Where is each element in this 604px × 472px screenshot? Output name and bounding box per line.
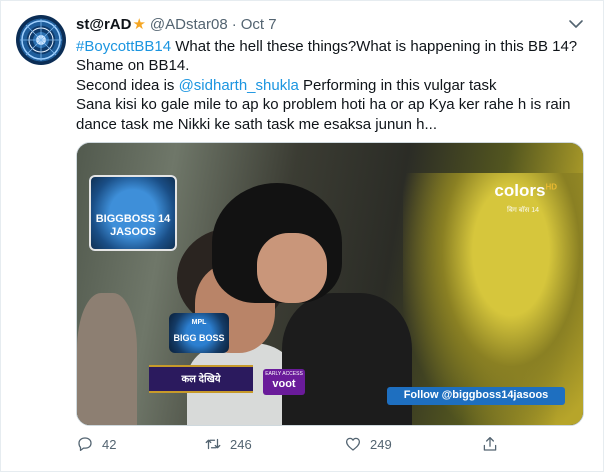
voot-label: voot [272,378,296,390]
follow-banner: Follow @biggboss14jasoos [387,387,565,405]
promo-text: कल देखिये [181,374,221,385]
heart-icon [345,437,361,451]
user-handle[interactable]: @ADstar08 [150,16,228,33]
tweet-date[interactable]: Oct 7 [241,16,277,33]
hashtag-link[interactable]: #BoycottBB14 [76,38,171,55]
tweet-text: #BoycottBB14 What the hell these things?… [76,37,586,134]
display-name[interactable]: st@rAD [76,16,131,33]
tweet-media-image[interactable]: BIGGBOSS 14 JASOOS colorsHD बिग बॉस 14 M… [76,142,584,426]
tweet-card[interactable]: st@rAD ★ @ADstar08 · Oct 7 #BoycottBB14 … [0,0,604,472]
tweet-line: Sana kisi ko gale mile to ap ko problem … [76,96,571,114]
colors-logo-text: colors [494,181,546,200]
media-figure [257,233,327,303]
show-logo-line: BIGG BOSS [173,333,225,343]
watermark-line: BIGGBOSS 14 [95,213,171,225]
reply-count: 42 [102,436,117,452]
tweet-line-text: What the hell these things?What is happe… [171,38,578,55]
like-count: 249 [370,436,392,452]
tweet-line: #BoycottBB14 What the hell these things?… [76,37,586,56]
tweet-line: dance task me Nikki ke sath task me esak… [76,115,438,133]
watermark-line: JASOOS [110,226,156,238]
bigg-boss-logo: MPL BIGG BOSS [169,313,229,353]
colors-logo: colorsHD [494,181,557,201]
mention-link[interactable]: @sidharth_shukla [179,77,299,94]
colors-hd-label: HD [545,182,557,192]
jasoos-watermark: BIGGBOSS 14 JASOOS [89,175,177,251]
retweet-icon [205,438,221,450]
avatar[interactable] [16,15,66,65]
tweet-line-text: Performing in this vulgar task [298,76,497,94]
follow-text: Follow @biggboss14jasoos [403,389,549,401]
retweet-count: 246 [230,436,252,452]
chevron-down-icon[interactable] [567,15,585,33]
channel-subtitle: बिग बॉस 14 [507,207,539,214]
tweet-line-text: Second idea is [76,76,179,94]
separator-dot: · [231,15,237,33]
promo-banner: कल देखिये [149,365,253,393]
like-button[interactable]: 249 [344,435,392,453]
reply-icon [78,437,92,452]
reply-button[interactable]: 42 [76,435,116,453]
media-figure [77,293,137,425]
share-button[interactable] [481,435,507,453]
tweet-header: st@rAD ★ @ADstar08 · Oct 7 [76,14,277,34]
tweet-actions: 42 246 249 [76,435,506,457]
show-logo-line: MPL [191,319,207,326]
share-icon [483,436,497,451]
media-figure [282,293,412,425]
avatar-emblem-icon [20,19,62,61]
tweet-line: Second idea is @sidharth_shukla Performi… [76,76,586,95]
voot-logo: EARLY ACCESS voot [263,369,305,395]
tweet-line: Shame on BB14. [76,57,190,75]
retweet-button[interactable]: 246 [204,435,252,453]
star-icon: ★ [132,16,146,33]
voot-caption: EARLY ACCESS [265,371,303,377]
